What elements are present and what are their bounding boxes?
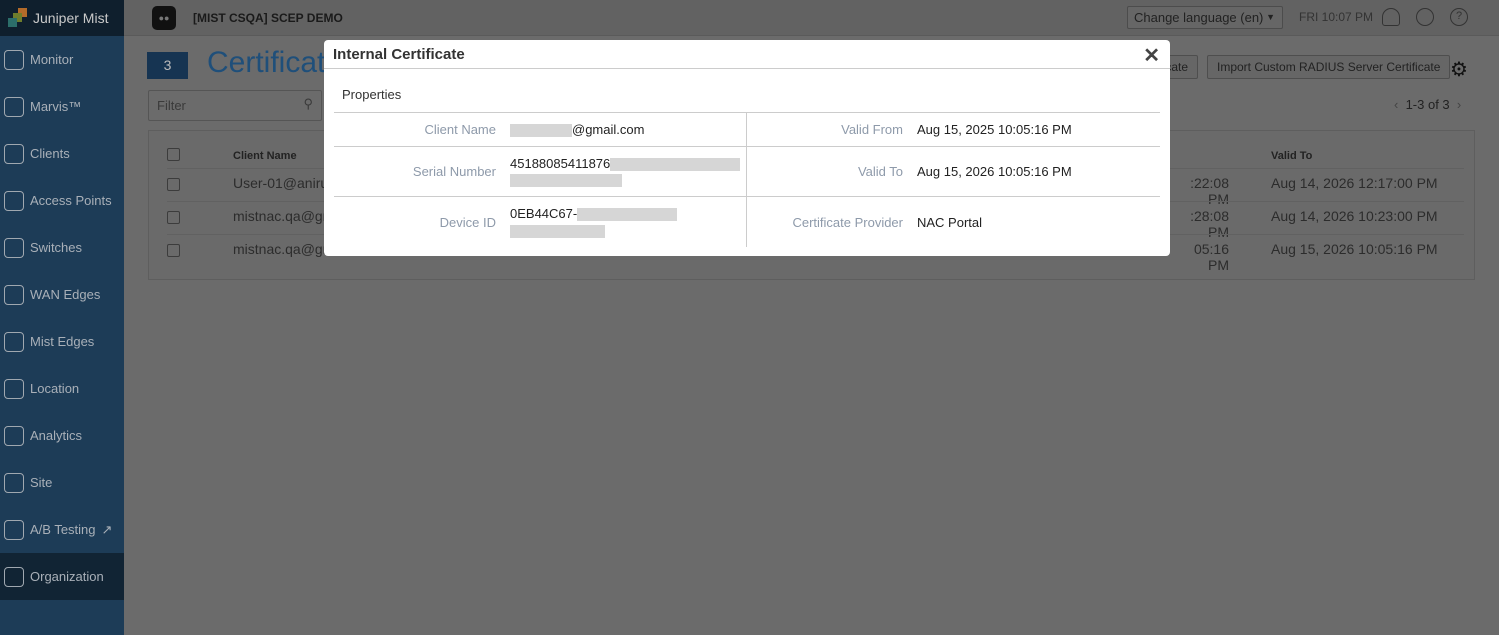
sidebar-item-monitor[interactable]: Monitor	[0, 36, 124, 83]
gear-icon[interactable]: ⚙	[1450, 57, 1468, 82]
sidebar-item-label: Switches	[30, 240, 83, 255]
monitor-icon	[4, 49, 24, 70]
sidebar-item-label: Site	[30, 475, 53, 490]
table-row-valid-from: :22:08 PM	[1190, 175, 1229, 207]
sidebar-item-site[interactable]: Site	[0, 459, 124, 506]
sidebar-item-label: Location	[30, 381, 80, 396]
select-all-checkbox[interactable]	[167, 148, 180, 161]
ab-testing-icon	[4, 519, 24, 540]
filter-placeholder: Filter	[157, 98, 186, 113]
help-icon[interactable]: ?	[1450, 8, 1468, 26]
pager-text: 1-3 of 3	[1405, 97, 1450, 112]
certificate-provider-value: NAC Portal	[917, 214, 983, 230]
device-id-value: 0EB44C67-	[510, 206, 678, 239]
valid-from-label: Valid From	[841, 122, 903, 137]
sidebar-item-label: Access Points	[30, 193, 112, 208]
sidebar-item-ab-testing[interactable]: A/B Testing ↗	[0, 506, 124, 553]
clock: FRI 10:07 PM	[1299, 10, 1374, 24]
row-checkbox[interactable]	[167, 211, 180, 224]
marvis-robot-icon[interactable]: ●●	[152, 5, 176, 30]
certificate-count: 3	[147, 52, 188, 79]
sidebar-item-organization[interactable]: Organization	[0, 553, 124, 600]
sidebar-item-label: Monitor	[30, 52, 74, 67]
import-radius-cert-button[interactable]: Import Custom RADIUS Server Certificate	[1207, 55, 1451, 79]
sidebar-item-location[interactable]: Location	[0, 365, 124, 412]
table-row-valid-from: 05:16 PM	[1193, 241, 1229, 273]
marvis-icon	[4, 96, 24, 117]
sidebar-item-marvis[interactable]: Marvis™	[0, 83, 124, 130]
serial-number-label: Serial Number	[412, 164, 496, 179]
table-row-valid-from: :28:08 PM	[1190, 208, 1229, 240]
organization-icon	[4, 566, 24, 587]
client-name-label: Client Name	[424, 122, 496, 137]
table-row-valid-to: Aug 14, 2026 10:23:00 PM	[1271, 208, 1438, 224]
search-icon: ⚲	[303, 96, 313, 111]
table-row-valid-to: Aug 14, 2026 12:17:00 PM	[1271, 175, 1438, 191]
user-icon[interactable]	[1382, 8, 1400, 26]
access-points-icon	[4, 190, 24, 211]
brand-name: Juniper Mist	[33, 10, 109, 26]
valid-to-value: Aug 15, 2026 10:05:16 PM	[917, 164, 1072, 179]
wan-edges-icon	[4, 284, 24, 305]
table-row-valid-to: Aug 15, 2026 10:05:16 PM	[1271, 241, 1438, 257]
sidebar-item-switches[interactable]: Switches	[0, 224, 124, 271]
external-link-icon: ↗	[101, 521, 113, 537]
sidebar-item-mist-edges[interactable]: Mist Edges	[0, 318, 124, 365]
header-valid-to[interactable]: Valid To	[1271, 150, 1312, 162]
site-icon	[4, 472, 24, 493]
device-id-label: Device ID	[439, 214, 496, 230]
clients-icon	[4, 143, 24, 164]
valid-from-value: Aug 15, 2025 10:05:16 PM	[917, 122, 1072, 137]
top-bar: ●● [MIST CSQA] SCEP DEMO Change language…	[124, 0, 1499, 36]
valid-to-label: Valid To	[857, 164, 903, 179]
close-icon[interactable]: ✕	[1143, 43, 1160, 68]
sidebar-item-label: WAN Edges	[30, 287, 101, 302]
client-name-value: @gmail.com	[510, 122, 644, 138]
sidebar-item-label: Clients	[30, 146, 70, 161]
filter-input[interactable]: Filter ⚲	[148, 90, 322, 121]
internal-certificate-modal: Internal Certificate ✕ Properties Client…	[324, 40, 1170, 256]
sidebar: Juniper Mist Monitor Marvis™ Clients Access…	[0, 0, 124, 635]
row-checkbox[interactable]	[167, 244, 180, 257]
row-checkbox[interactable]	[167, 178, 180, 191]
sidebar-item-label: Mist Edges	[30, 334, 95, 349]
analytics-icon	[4, 425, 24, 446]
sidebar-item-label: Analytics	[30, 428, 83, 443]
serial-number-value: 45188085411876	[510, 156, 741, 188]
modal-title: Internal Certificate	[324, 40, 1170, 69]
org-name[interactable]: [MIST CSQA] SCEP DEMO	[193, 11, 343, 25]
sidebar-item-label: Organization	[30, 569, 104, 584]
certificate-provider-label: Certificate Provider	[792, 214, 903, 230]
table-row-client[interactable]: mistnac.qa@gm	[233, 208, 334, 224]
juniper-mist-logo[interactable]: Juniper Mist	[0, 0, 124, 36]
sidebar-item-label: A/B Testing	[30, 522, 96, 537]
sidebar-item-access-points[interactable]: Access Points	[0, 177, 124, 224]
logo-icon	[8, 8, 28, 28]
sidebar-item-label: Marvis™	[30, 99, 82, 114]
sidebar-item-clients[interactable]: Clients	[0, 130, 124, 177]
properties-grid: Client Name @gmail.com Valid From Aug 15, …	[334, 112, 1160, 247]
prev-icon[interactable]: ‹	[1394, 97, 1398, 112]
next-icon[interactable]: ›	[1457, 97, 1461, 112]
mist-edges-icon	[4, 331, 24, 352]
switches-icon	[4, 237, 24, 258]
location-icon	[4, 378, 24, 399]
table-row-client[interactable]: mistnac.qa@gm	[233, 241, 334, 257]
sidebar-item-analytics[interactable]: Analytics	[0, 412, 124, 459]
header-client-name[interactable]: Client Name	[233, 150, 297, 162]
language-select[interactable]: Change language (en)	[1127, 6, 1283, 29]
sidebar-item-wan-edges[interactable]: WAN Edges	[0, 271, 124, 318]
lightbulb-icon[interactable]	[1416, 8, 1434, 26]
properties-heading: Properties	[342, 87, 402, 102]
table-row-client[interactable]: User-01@aniru	[233, 175, 328, 191]
pagination: ‹ 1-3 of 3 ›	[1394, 97, 1461, 112]
